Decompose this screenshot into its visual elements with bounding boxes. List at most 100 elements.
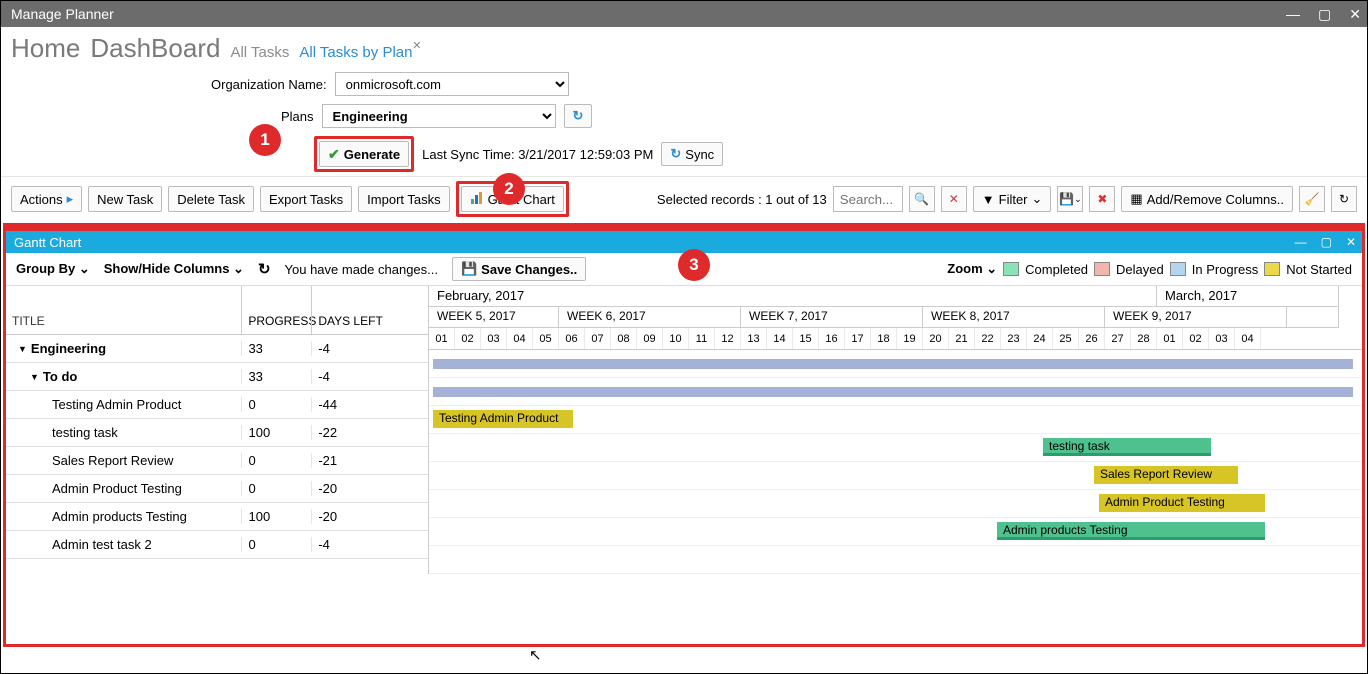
filter-button[interactable]: ▼ Filter ⌄ <box>973 186 1052 212</box>
gantt-bar[interactable]: testing task <box>1043 438 1211 456</box>
legend-completed: Completed <box>1025 262 1088 277</box>
close-icon[interactable]: ✕ <box>1349 6 1361 23</box>
new-task-button[interactable]: New Task <box>88 186 162 212</box>
save-icon-button[interactable]: 💾 ⌄ <box>1057 186 1083 212</box>
table-row[interactable]: testing task100-22 <box>6 419 428 447</box>
crumb-all-tasks-by-plan[interactable]: All Tasks by Plan ✕ <box>299 44 412 61</box>
week-header: WEEK 7, 2017 <box>741 307 923 328</box>
week-header: WEEK 6, 2017 <box>559 307 741 328</box>
add-remove-columns-button[interactable]: ▦ Add/Remove Columns.. <box>1121 186 1293 212</box>
breadcrumb: Home DashBoard All Tasks All Tasks by Pl… <box>1 27 1367 68</box>
export-tasks-button[interactable]: Export Tasks <box>260 186 352 212</box>
show-hide-columns-dropdown[interactable]: Show/Hide Columns <box>104 261 244 277</box>
week-header: WEEK 9, 2017 <box>1105 307 1287 328</box>
row-days: -20 <box>311 481 428 496</box>
delete-task-button[interactable]: Delete Task <box>168 186 254 212</box>
table-row[interactable]: Testing Admin Product0-44 <box>6 391 428 419</box>
crumb-close-icon[interactable]: ✕ <box>412 39 421 52</box>
row-progress: 0 <box>241 397 311 412</box>
search-input[interactable] <box>833 186 903 212</box>
callout-2: 2 <box>493 173 525 205</box>
save-changes-button[interactable]: 💾 Save Changes.. <box>452 257 586 281</box>
import-tasks-button[interactable]: Import Tasks <box>358 186 449 212</box>
day-header: 20 <box>923 328 949 349</box>
tool-icon-2[interactable]: ↻ <box>1331 186 1357 212</box>
gantt-bar[interactable] <box>433 387 1353 397</box>
generate-highlight: ✔ Generate <box>314 136 414 172</box>
plans-row: Plans Engineering ↻ <box>1 100 1367 132</box>
org-row: Organization Name: onmicrosoft.com <box>1 68 1367 100</box>
gantt-close-icon[interactable]: ✕ <box>1346 235 1356 249</box>
gantt-minimize-icon[interactable]: ― <box>1295 235 1307 249</box>
timeline-row: testing task <box>429 434 1362 462</box>
minimize-icon[interactable]: ― <box>1286 6 1300 23</box>
legend-completed-swatch <box>1003 262 1019 276</box>
callout-1: 1 <box>249 124 281 156</box>
day-header: 13 <box>741 328 767 349</box>
table-row[interactable]: ▼To do33-4 <box>6 363 428 391</box>
day-header: 19 <box>897 328 923 349</box>
sync-button[interactable]: ↻ Sync <box>661 142 723 166</box>
table-row[interactable]: Admin test task 20-4 <box>6 531 428 559</box>
tool-icon-1[interactable]: 🧹 <box>1299 186 1325 212</box>
sync-icon: ↻ <box>670 146 681 162</box>
legend-delayed: Delayed <box>1116 262 1164 277</box>
generate-button[interactable]: ✔ Generate <box>319 141 409 167</box>
day-header: 12 <box>715 328 741 349</box>
day-header: 08 <box>611 328 637 349</box>
org-select[interactable]: onmicrosoft.com <box>335 72 569 96</box>
day-header: 02 <box>455 328 481 349</box>
row-progress: 0 <box>241 481 311 496</box>
main-toolbar: Actions ▸ New Task Delete Task Export Ta… <box>1 176 1367 221</box>
plans-select[interactable]: Engineering <box>322 104 556 128</box>
row-title: Sales Report Review <box>52 453 173 468</box>
gantt-bar[interactable]: Testing Admin Product <box>433 410 573 428</box>
gantt-maximize-icon[interactable]: ▢ <box>1321 235 1332 249</box>
gantt-bar[interactable]: Admin products Testing <box>997 522 1265 540</box>
day-header: 14 <box>767 328 793 349</box>
actions-button[interactable]: Actions ▸ <box>11 186 82 212</box>
gantt-bar[interactable]: Admin Product Testing <box>1099 494 1265 512</box>
month-header: March, 2017 <box>1157 286 1339 307</box>
table-row[interactable]: Admin products Testing100-20 <box>6 503 428 531</box>
table-row[interactable]: Admin Product Testing0-20 <box>6 475 428 503</box>
row-days: -4 <box>311 369 428 384</box>
crumb-dashboard[interactable]: DashBoard <box>90 33 220 64</box>
gantt-bar[interactable] <box>433 359 1353 369</box>
expand-icon[interactable]: ▼ <box>18 344 27 354</box>
window-title: Manage Planner <box>11 6 114 22</box>
week-header: WEEK 8, 2017 <box>923 307 1105 328</box>
day-header: 28 <box>1131 328 1157 349</box>
day-header: 02 <box>1183 328 1209 349</box>
filter-icon: ▼ <box>982 192 995 207</box>
row-title: testing task <box>52 425 118 440</box>
last-sync-label: Last Sync Time: 3/21/2017 12:59:03 PM <box>422 147 653 162</box>
day-header: 09 <box>637 328 663 349</box>
refresh-icon: ↻ <box>573 108 584 124</box>
gantt-panel: Gantt Chart ― ▢ ✕ Group By Show/Hide Col… <box>3 228 1365 647</box>
zoom-dropdown[interactable]: Zoom <box>947 261 997 277</box>
day-header: 25 <box>1053 328 1079 349</box>
refresh-plans-button[interactable]: ↻ <box>564 104 593 128</box>
day-header: 06 <box>559 328 585 349</box>
org-label: Organization Name: <box>211 77 327 92</box>
day-header: 05 <box>533 328 559 349</box>
refresh-icon[interactable]: ↻ <box>258 260 271 278</box>
gantt-bar[interactable]: Sales Report Review <box>1094 466 1238 484</box>
table-row[interactable]: ▼Engineering33-4 <box>6 335 428 363</box>
day-header: 03 <box>481 328 507 349</box>
clear-search-button[interactable]: ✕ <box>941 186 967 212</box>
search-button[interactable]: 🔍 <box>909 186 935 212</box>
crumb-home[interactable]: Home <box>11 33 80 64</box>
clear-filter-button[interactable]: ✖ <box>1089 186 1115 212</box>
crumb-all-tasks[interactable]: All Tasks <box>230 44 289 61</box>
day-header: 21 <box>949 328 975 349</box>
group-by-dropdown[interactable]: Group By <box>16 261 90 277</box>
cursor-icon: ↖ <box>529 646 542 664</box>
table-row[interactable]: Sales Report Review0-21 <box>6 447 428 475</box>
maximize-icon[interactable]: ▢ <box>1318 6 1331 23</box>
week-header <box>1287 307 1339 328</box>
row-progress: 100 <box>241 425 311 440</box>
expand-icon[interactable]: ▼ <box>30 372 39 382</box>
timeline-row: Sales Report Review <box>429 462 1362 490</box>
